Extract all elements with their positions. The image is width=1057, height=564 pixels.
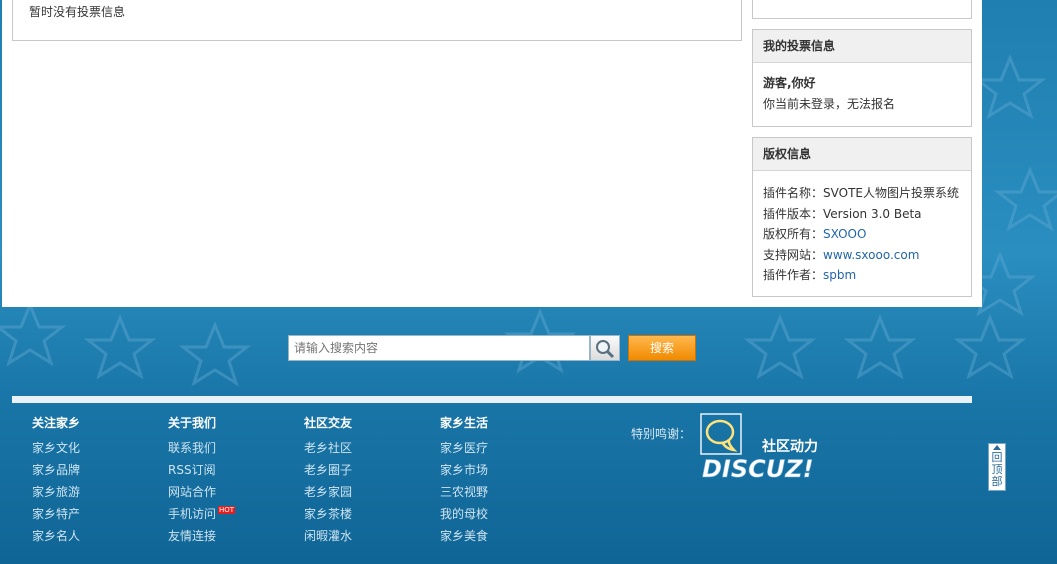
login-required-message: 你当前未登录，无法报名 (763, 96, 896, 111)
sidebar-top-box (752, 0, 972, 19)
footer-column-community: 社区交友 老乡社区 老乡圈子 老乡家园 家乡茶楼 闲暇灌水 (304, 414, 352, 546)
thanks-label: 特别鸣谢： (631, 427, 692, 441)
arrow-up-icon (993, 445, 1001, 450)
plugin-name: SVOTE人物图片投票系统 (823, 186, 959, 200)
discuz-tagline: 社区动力 (761, 438, 818, 455)
copyright-row: 插件作者：spbm (763, 268, 857, 282)
search-input[interactable] (288, 335, 590, 361)
footer-link[interactable]: 家乡名人 (32, 524, 80, 546)
support-site-link[interactable]: www.sxooo.com (823, 248, 919, 262)
copyright-row: 版权所有：SXOOO (763, 227, 867, 241)
footer-link[interactable]: 家乡茶楼 (304, 502, 352, 524)
footer-link[interactable]: 老乡圈子 (304, 458, 352, 480)
empty-vote-message: 暂时没有投票信息 (29, 5, 126, 19)
plugin-version: Version 3.0 Beta (823, 206, 922, 221)
guest-greeting: 游客,你好 (763, 76, 816, 90)
copyright-title: 版权信息 (753, 138, 971, 171)
footer-column-title: 社区交友 (304, 416, 353, 430)
my-vote-info-title: 我的投票信息 (753, 30, 971, 63)
footer-column-about: 关于我们 联系我们 RSS订阅 网站合作 手机访问 HOT 友情连接 (168, 414, 236, 546)
copyright-box: 版权信息 插件名称：SVOTE人物图片投票系统 插件版本：Version 3.0… (752, 137, 972, 297)
footer-link[interactable]: 家乡品牌 (32, 458, 80, 480)
footer-column-hometown: 关注家乡 家乡文化 家乡品牌 家乡旅游 家乡特产 家乡名人 (32, 414, 80, 546)
mobile-access-item: 手机访问 HOT (168, 502, 236, 524)
my-vote-info-box: 我的投票信息 游客,你好 你当前未登录，无法报名 (752, 29, 972, 127)
back-to-top-button[interactable]: 回顶部 (988, 443, 1006, 491)
discuz-wordmark: DISCUZ! (702, 455, 814, 483)
footer-link[interactable]: 三农视野 (440, 480, 488, 502)
footer-link[interactable]: RSS订阅 (168, 458, 235, 480)
footer-link[interactable]: 老乡社区 (304, 436, 352, 458)
plugin-author-link[interactable]: spbm (823, 268, 856, 282)
footer-column-title: 家乡生活 (440, 416, 489, 430)
footer-divider (12, 396, 972, 403)
footer-link[interactable]: 家乡医疗 (440, 436, 488, 458)
footer-link[interactable]: 友情连接 (168, 524, 235, 546)
footer-link[interactable]: 闲暇灌水 (304, 524, 352, 546)
back-to-top-label: 回顶部 (991, 451, 1003, 488)
copyright-row: 支持网站：www.sxooo.com (763, 247, 920, 262)
search-button[interactable]: 搜索 (628, 335, 696, 361)
footer-link[interactable]: 家乡特产 (32, 502, 80, 524)
footer-column-life: 家乡生活 家乡医疗 家乡市场 三农视野 我的母校 家乡美食 (440, 414, 488, 546)
magnifier-icon[interactable] (590, 335, 620, 361)
footer-column-title: 关注家乡 (32, 416, 81, 430)
footer-link[interactable]: 网站合作 (168, 480, 235, 502)
footer-link[interactable]: 手机访问 (168, 507, 216, 521)
footer-link[interactable]: 家乡市场 (440, 458, 488, 480)
footer-link[interactable]: 家乡文化 (32, 436, 80, 458)
copyright-row: 插件名称：SVOTE人物图片投票系统 (763, 186, 959, 200)
footer-link[interactable]: 老乡家园 (304, 480, 352, 502)
footer-link[interactable]: 家乡旅游 (32, 480, 80, 502)
vote-list-box: 暂时没有投票信息 (12, 0, 742, 41)
footer-link[interactable]: 我的母校 (440, 502, 488, 524)
footer-link[interactable]: 联系我们 (168, 436, 235, 458)
footer-column-title: 关于我们 (168, 416, 217, 430)
hot-badge: HOT (218, 506, 236, 514)
footer-link[interactable]: 家乡美食 (440, 524, 488, 546)
copyright-row: 插件版本：Version 3.0 Beta (763, 206, 922, 221)
discuz-logo[interactable]: 社区动力 DISCUZ! (700, 413, 840, 485)
copyright-owner-link[interactable]: SXOOO (823, 227, 866, 241)
